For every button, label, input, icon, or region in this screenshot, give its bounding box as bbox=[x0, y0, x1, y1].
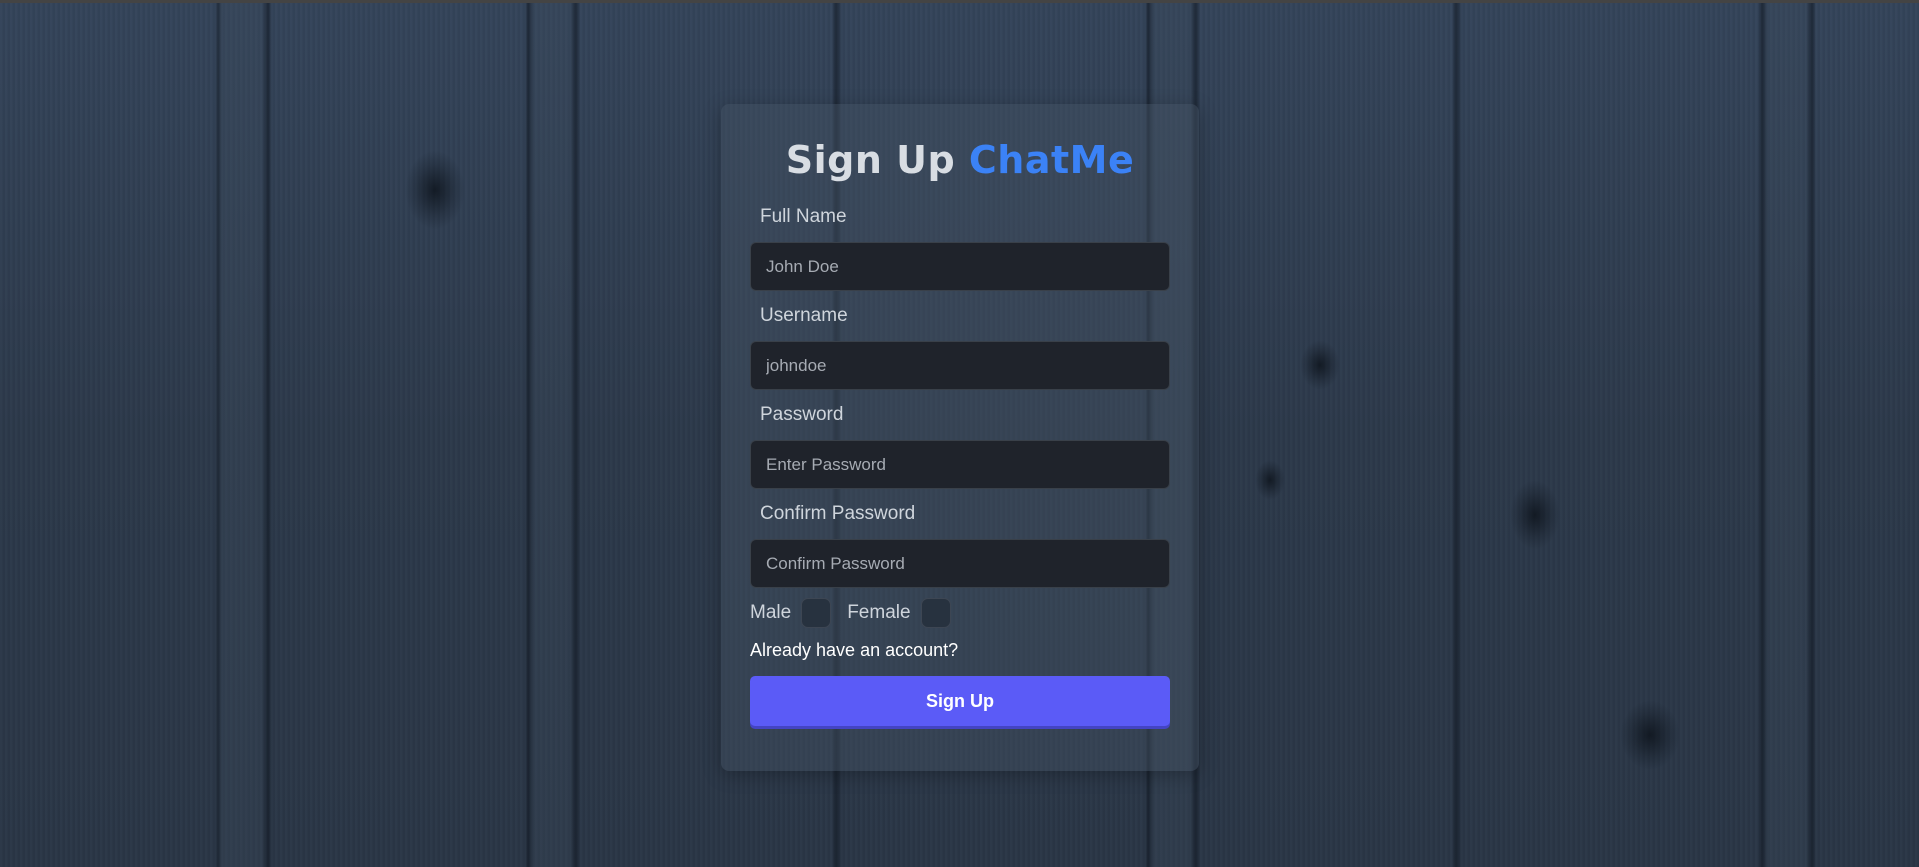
confirm-password-label: Confirm Password bbox=[760, 503, 916, 524]
top-strip bbox=[0, 0, 1919, 3]
wood-knot bbox=[1510, 480, 1560, 550]
signup-button[interactable]: Sign Up bbox=[750, 676, 1170, 726]
wood-knot bbox=[405, 150, 465, 230]
female-checkbox[interactable] bbox=[920, 598, 951, 628]
page-title: Sign Up ChatMe bbox=[750, 104, 1170, 202]
male-checkbox[interactable] bbox=[801, 598, 832, 628]
wood-knot bbox=[1300, 340, 1340, 390]
username-input[interactable] bbox=[750, 341, 1170, 390]
full-name-label: Full Name bbox=[760, 206, 847, 227]
password-input[interactable] bbox=[750, 440, 1170, 489]
username-label: Username bbox=[760, 305, 848, 326]
wood-knot bbox=[1620, 700, 1680, 770]
male-label: Male bbox=[750, 602, 792, 623]
brand-name: ChatMe bbox=[968, 138, 1135, 182]
title-text: Sign Up bbox=[785, 138, 956, 182]
signup-card: Sign Up ChatMe Full Name Username Passwo… bbox=[721, 104, 1199, 771]
password-label: Password bbox=[760, 404, 844, 425]
gender-selector: Male Female bbox=[750, 598, 1170, 628]
wood-knot bbox=[1255, 460, 1285, 500]
full-name-input[interactable] bbox=[750, 242, 1170, 291]
confirm-password-input[interactable] bbox=[750, 539, 1170, 588]
login-link[interactable]: Already have an account? bbox=[750, 639, 1170, 661]
female-label: Female bbox=[847, 602, 911, 623]
